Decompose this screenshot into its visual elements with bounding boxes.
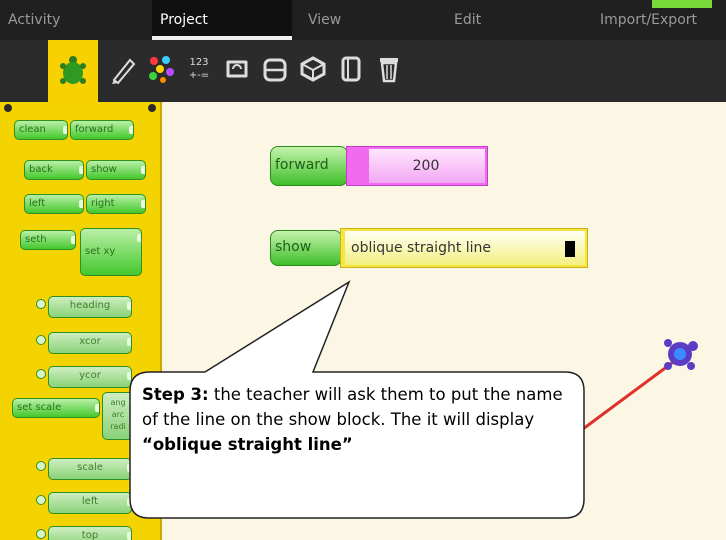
sensors-palette-button[interactable]	[298, 52, 328, 86]
palette-block-set-scale[interactable]: set scale	[12, 398, 100, 418]
numbers-icon-bottom: +-=	[188, 70, 210, 81]
turtle-icon	[60, 56, 86, 84]
block-connector	[36, 461, 46, 471]
blocks-palette-button[interactable]	[260, 52, 290, 86]
arc-arg-radius: radi	[110, 422, 126, 431]
pen-icon	[112, 58, 136, 85]
palette-block-clean[interactable]: clean	[14, 120, 68, 140]
toolbar: 123 +-=	[0, 40, 726, 102]
show-string-input[interactable]: oblique straight line	[340, 228, 588, 268]
tab-activity[interactable]: Activity	[0, 0, 146, 40]
palette-block-xcor[interactable]: xcor	[48, 332, 132, 354]
palette-block-left-pos[interactable]: left	[48, 492, 132, 514]
callout-quote: “oblique straight line”	[142, 435, 353, 454]
tab-project[interactable]: Project	[152, 0, 292, 40]
show-value: oblique straight line	[351, 240, 492, 256]
forward-number-arg[interactable]: 200	[346, 146, 488, 186]
palette-block-heading[interactable]: heading	[48, 296, 132, 318]
block-connector	[36, 299, 46, 309]
numbers-palette-button[interactable]: 123 +-=	[184, 52, 214, 86]
numbers-icon-top: 123	[189, 57, 209, 68]
forward-value: 200	[412, 158, 440, 174]
media-icon	[341, 56, 361, 82]
palette-block-top[interactable]: top	[48, 526, 132, 540]
palette-corner	[4, 104, 12, 112]
sensors-icon	[300, 56, 326, 82]
palette-block-show[interactable]: show	[86, 160, 146, 180]
tab-edit[interactable]: Edit	[446, 0, 586, 40]
palette-block-back[interactable]: back	[24, 160, 84, 180]
turtle-palette-button[interactable]	[48, 40, 98, 102]
block-connector	[36, 529, 46, 539]
pen-palette-button[interactable]	[108, 52, 138, 86]
trash-palette-button[interactable]	[374, 52, 404, 86]
show-command[interactable]: show	[270, 230, 342, 266]
flow-palette-button[interactable]	[222, 52, 252, 86]
media-palette-button[interactable]	[336, 52, 366, 86]
forward-command[interactable]: forward	[270, 146, 348, 186]
arc-arg-arc: arc	[111, 410, 125, 419]
colors-icon	[149, 56, 174, 83]
palette-block-forward[interactable]: forward	[70, 120, 134, 140]
blocks-icon	[263, 58, 287, 82]
block-connector	[36, 335, 46, 345]
trash-icon	[380, 58, 398, 83]
palette-corner	[148, 104, 156, 112]
palette-block-set-xy[interactable]: set xy	[80, 228, 142, 276]
callout-step: Step 3:	[142, 385, 209, 404]
arc-arg-angle: ang	[110, 398, 126, 407]
palette-block-left[interactable]: left	[24, 194, 84, 214]
tab-view[interactable]: View	[300, 0, 440, 40]
block-connector	[36, 495, 46, 505]
palette-block-ycor[interactable]: ycor	[48, 366, 132, 388]
run-indicator	[652, 0, 712, 8]
forward-block[interactable]: forward 200	[270, 146, 488, 186]
instruction-callout: Step 3: the teacher will ask them to put…	[130, 372, 578, 518]
palette-block-scale[interactable]: scale	[48, 458, 132, 480]
palette-block-seth[interactable]: seth	[20, 230, 76, 250]
colors-palette-button[interactable]	[146, 52, 176, 86]
text-cursor	[565, 241, 575, 257]
block-connector	[36, 369, 46, 379]
palette-block-right[interactable]: right	[86, 194, 146, 214]
flow-icon	[226, 60, 248, 78]
tab-bar: Activity Project View Edit Import/Export	[0, 0, 726, 40]
show-block[interactable]: show oblique straight line	[270, 228, 588, 268]
